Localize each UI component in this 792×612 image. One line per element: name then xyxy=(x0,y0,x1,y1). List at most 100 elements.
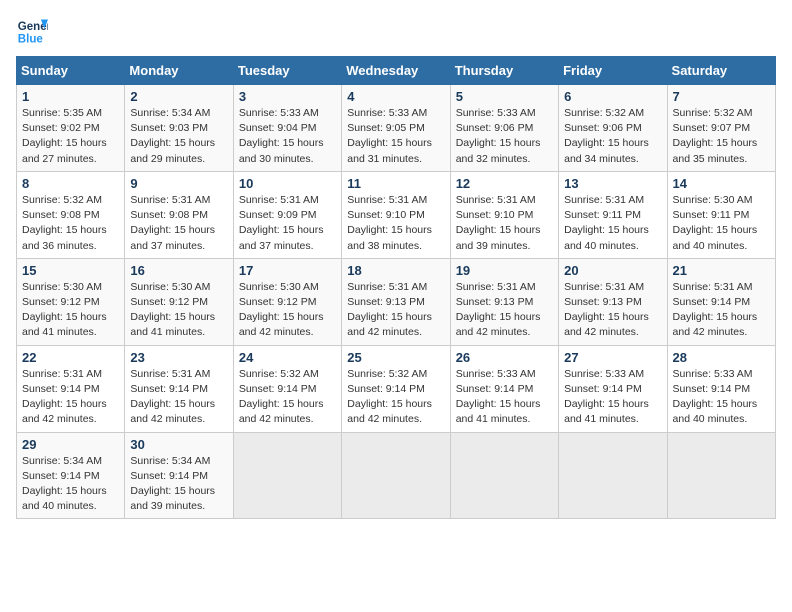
calendar-cell: 7 Sunrise: 5:32 AMSunset: 9:07 PMDayligh… xyxy=(667,85,775,172)
weekday-monday: Monday xyxy=(125,57,233,85)
day-number: 13 xyxy=(564,176,661,191)
calendar-cell: 5 Sunrise: 5:33 AMSunset: 9:06 PMDayligh… xyxy=(450,85,558,172)
calendar-cell: 26 Sunrise: 5:33 AMSunset: 9:14 PMDaylig… xyxy=(450,345,558,432)
calendar-cell: 15 Sunrise: 5:30 AMSunset: 9:12 PMDaylig… xyxy=(17,258,125,345)
day-number: 26 xyxy=(456,350,553,365)
logo: General Blue xyxy=(16,16,48,48)
calendar-cell: 23 Sunrise: 5:31 AMSunset: 9:14 PMDaylig… xyxy=(125,345,233,432)
day-info: Sunrise: 5:32 AMSunset: 9:14 PMDaylight:… xyxy=(347,368,432,426)
day-info: Sunrise: 5:30 AMSunset: 9:12 PMDaylight:… xyxy=(239,281,324,339)
day-info: Sunrise: 5:31 AMSunset: 9:10 PMDaylight:… xyxy=(347,194,432,252)
calendar-cell xyxy=(559,432,667,519)
week-row-1: 1 Sunrise: 5:35 AMSunset: 9:02 PMDayligh… xyxy=(17,85,776,172)
calendar-cell: 16 Sunrise: 5:30 AMSunset: 9:12 PMDaylig… xyxy=(125,258,233,345)
calendar-cell: 17 Sunrise: 5:30 AMSunset: 9:12 PMDaylig… xyxy=(233,258,341,345)
day-number: 16 xyxy=(130,263,227,278)
day-number: 3 xyxy=(239,89,336,104)
day-info: Sunrise: 5:31 AMSunset: 9:13 PMDaylight:… xyxy=(456,281,541,339)
day-info: Sunrise: 5:32 AMSunset: 9:14 PMDaylight:… xyxy=(239,368,324,426)
day-info: Sunrise: 5:31 AMSunset: 9:11 PMDaylight:… xyxy=(564,194,649,252)
calendar-cell xyxy=(342,432,450,519)
calendar-cell: 3 Sunrise: 5:33 AMSunset: 9:04 PMDayligh… xyxy=(233,85,341,172)
day-info: Sunrise: 5:32 AMSunset: 9:06 PMDaylight:… xyxy=(564,107,649,165)
svg-text:Blue: Blue xyxy=(18,34,44,46)
calendar-cell xyxy=(667,432,775,519)
weekday-thursday: Thursday xyxy=(450,57,558,85)
calendar-cell: 12 Sunrise: 5:31 AMSunset: 9:10 PMDaylig… xyxy=(450,171,558,258)
logo-icon: General Blue xyxy=(16,16,48,48)
day-number: 24 xyxy=(239,350,336,365)
week-row-5: 29 Sunrise: 5:34 AMSunset: 9:14 PMDaylig… xyxy=(17,432,776,519)
day-number: 28 xyxy=(673,350,770,365)
calendar-cell: 28 Sunrise: 5:33 AMSunset: 9:14 PMDaylig… xyxy=(667,345,775,432)
day-info: Sunrise: 5:33 AMSunset: 9:14 PMDaylight:… xyxy=(564,368,649,426)
calendar-cell: 6 Sunrise: 5:32 AMSunset: 9:06 PMDayligh… xyxy=(559,85,667,172)
day-number: 9 xyxy=(130,176,227,191)
day-info: Sunrise: 5:33 AMSunset: 9:06 PMDaylight:… xyxy=(456,107,541,165)
weekday-friday: Friday xyxy=(559,57,667,85)
calendar-cell: 19 Sunrise: 5:31 AMSunset: 9:13 PMDaylig… xyxy=(450,258,558,345)
day-number: 6 xyxy=(564,89,661,104)
day-number: 1 xyxy=(22,89,119,104)
day-info: Sunrise: 5:34 AMSunset: 9:14 PMDaylight:… xyxy=(22,455,107,513)
day-number: 5 xyxy=(456,89,553,104)
day-info: Sunrise: 5:30 AMSunset: 9:11 PMDaylight:… xyxy=(673,194,758,252)
calendar-cell: 29 Sunrise: 5:34 AMSunset: 9:14 PMDaylig… xyxy=(17,432,125,519)
day-info: Sunrise: 5:35 AMSunset: 9:02 PMDaylight:… xyxy=(22,107,107,165)
day-number: 11 xyxy=(347,176,444,191)
calendar-cell xyxy=(233,432,341,519)
day-number: 14 xyxy=(673,176,770,191)
day-info: Sunrise: 5:33 AMSunset: 9:04 PMDaylight:… xyxy=(239,107,324,165)
day-number: 27 xyxy=(564,350,661,365)
weekday-tuesday: Tuesday xyxy=(233,57,341,85)
calendar-cell: 1 Sunrise: 5:35 AMSunset: 9:02 PMDayligh… xyxy=(17,85,125,172)
weekday-sunday: Sunday xyxy=(17,57,125,85)
calendar-cell: 2 Sunrise: 5:34 AMSunset: 9:03 PMDayligh… xyxy=(125,85,233,172)
day-info: Sunrise: 5:32 AMSunset: 9:07 PMDaylight:… xyxy=(673,107,758,165)
day-info: Sunrise: 5:34 AMSunset: 9:14 PMDaylight:… xyxy=(130,455,215,513)
day-number: 21 xyxy=(673,263,770,278)
day-number: 17 xyxy=(239,263,336,278)
weekday-header-row: SundayMondayTuesdayWednesdayThursdayFrid… xyxy=(17,57,776,85)
calendar-cell: 18 Sunrise: 5:31 AMSunset: 9:13 PMDaylig… xyxy=(342,258,450,345)
calendar-cell: 14 Sunrise: 5:30 AMSunset: 9:11 PMDaylig… xyxy=(667,171,775,258)
calendar-cell: 22 Sunrise: 5:31 AMSunset: 9:14 PMDaylig… xyxy=(17,345,125,432)
calendar-cell: 20 Sunrise: 5:31 AMSunset: 9:13 PMDaylig… xyxy=(559,258,667,345)
day-info: Sunrise: 5:31 AMSunset: 9:08 PMDaylight:… xyxy=(130,194,215,252)
day-number: 15 xyxy=(22,263,119,278)
day-info: Sunrise: 5:31 AMSunset: 9:10 PMDaylight:… xyxy=(456,194,541,252)
day-info: Sunrise: 5:34 AMSunset: 9:03 PMDaylight:… xyxy=(130,107,215,165)
day-number: 7 xyxy=(673,89,770,104)
calendar-cell: 8 Sunrise: 5:32 AMSunset: 9:08 PMDayligh… xyxy=(17,171,125,258)
day-number: 18 xyxy=(347,263,444,278)
weekday-wednesday: Wednesday xyxy=(342,57,450,85)
week-row-4: 22 Sunrise: 5:31 AMSunset: 9:14 PMDaylig… xyxy=(17,345,776,432)
day-info: Sunrise: 5:32 AMSunset: 9:08 PMDaylight:… xyxy=(22,194,107,252)
day-info: Sunrise: 5:31 AMSunset: 9:14 PMDaylight:… xyxy=(130,368,215,426)
calendar-cell: 11 Sunrise: 5:31 AMSunset: 9:10 PMDaylig… xyxy=(342,171,450,258)
calendar-cell: 9 Sunrise: 5:31 AMSunset: 9:08 PMDayligh… xyxy=(125,171,233,258)
calendar-cell: 13 Sunrise: 5:31 AMSunset: 9:11 PMDaylig… xyxy=(559,171,667,258)
calendar-cell: 24 Sunrise: 5:32 AMSunset: 9:14 PMDaylig… xyxy=(233,345,341,432)
week-row-3: 15 Sunrise: 5:30 AMSunset: 9:12 PMDaylig… xyxy=(17,258,776,345)
day-info: Sunrise: 5:31 AMSunset: 9:14 PMDaylight:… xyxy=(673,281,758,339)
day-number: 10 xyxy=(239,176,336,191)
calendar-cell xyxy=(450,432,558,519)
calendar-cell: 21 Sunrise: 5:31 AMSunset: 9:14 PMDaylig… xyxy=(667,258,775,345)
weekday-saturday: Saturday xyxy=(667,57,775,85)
day-info: Sunrise: 5:31 AMSunset: 9:09 PMDaylight:… xyxy=(239,194,324,252)
calendar-cell: 25 Sunrise: 5:32 AMSunset: 9:14 PMDaylig… xyxy=(342,345,450,432)
day-info: Sunrise: 5:33 AMSunset: 9:14 PMDaylight:… xyxy=(456,368,541,426)
calendar-cell: 10 Sunrise: 5:31 AMSunset: 9:09 PMDaylig… xyxy=(233,171,341,258)
day-info: Sunrise: 5:33 AMSunset: 9:05 PMDaylight:… xyxy=(347,107,432,165)
day-number: 4 xyxy=(347,89,444,104)
week-row-2: 8 Sunrise: 5:32 AMSunset: 9:08 PMDayligh… xyxy=(17,171,776,258)
day-info: Sunrise: 5:31 AMSunset: 9:14 PMDaylight:… xyxy=(22,368,107,426)
day-number: 12 xyxy=(456,176,553,191)
day-number: 23 xyxy=(130,350,227,365)
day-info: Sunrise: 5:31 AMSunset: 9:13 PMDaylight:… xyxy=(347,281,432,339)
day-number: 25 xyxy=(347,350,444,365)
day-number: 22 xyxy=(22,350,119,365)
calendar-body: 1 Sunrise: 5:35 AMSunset: 9:02 PMDayligh… xyxy=(17,85,776,519)
day-info: Sunrise: 5:30 AMSunset: 9:12 PMDaylight:… xyxy=(22,281,107,339)
